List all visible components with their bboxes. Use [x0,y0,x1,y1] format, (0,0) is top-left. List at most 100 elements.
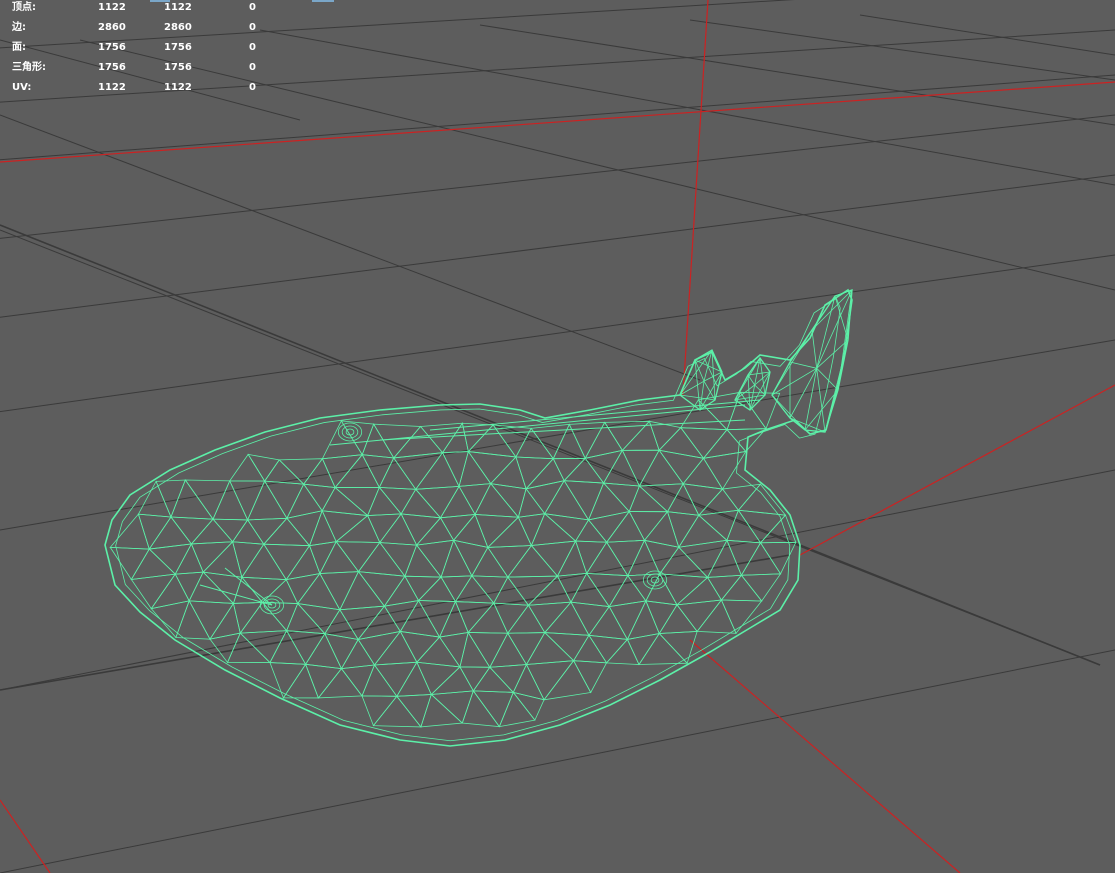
mesh-triangle [415,539,455,578]
mesh-triangle [467,602,509,634]
mesh-triangle [430,666,474,695]
mesh-triangle [452,539,489,577]
3d-viewport[interactable]: 顶点: 1122 1122 0 边: 2860 2860 0 面: 1756 1… [0,0,1115,873]
grid-line [0,114,1115,239]
mesh-triangle [474,514,520,549]
mesh-triangle [282,663,319,699]
mesh-triangle [372,695,422,728]
mesh-triangle [150,573,190,610]
mesh-triangle [339,570,386,611]
mesh-triangle [467,632,509,669]
world-axes [0,0,1115,873]
fin-edge [771,394,806,431]
mesh-triangle [452,513,489,548]
mesh-triangle [361,454,395,489]
mesh-triangle [393,452,444,490]
mesh-triangle [247,453,280,482]
mesh-triangle [150,600,190,639]
mesh-triangle [367,486,402,516]
mesh-triangle [420,693,464,728]
mesh-triangle [137,513,172,550]
mesh-triangle [605,539,646,577]
mesh-triangle [439,485,476,519]
fin-edge [811,329,818,369]
z-axis-line [689,639,961,873]
hud-row-triangles: 三角形: 1756 1756 0 [0,61,300,81]
mesh-triangle [263,480,305,520]
hud-value: 0 [249,2,256,13]
grid-main-line [0,224,1101,666]
ground-grid [0,0,1115,873]
mesh-triangle [148,516,193,550]
mesh-triangle [372,423,422,459]
mesh-triangle [666,482,700,516]
mesh-triangle [507,544,559,578]
mesh-triangle [335,541,381,573]
mesh-triangle [296,602,341,635]
mesh-triangle [317,668,363,699]
fin-edge [747,374,755,386]
mesh-triangle [702,429,747,459]
axis-line-segment [0,799,51,873]
mesh-triangle [486,516,532,548]
grid-line [0,174,1115,318]
mesh-triangle [319,571,360,611]
fin-edge [749,371,771,411]
mesh-triangle [228,453,266,482]
hud-value: 1122 [98,2,126,13]
stingray-wireframe-mesh[interactable] [104,288,853,747]
mesh-triangle [552,457,587,482]
hud-label: UV: [12,82,32,93]
mesh-triangle [543,513,590,542]
mesh-triangle [190,518,234,545]
scene-canvas[interactable] [0,0,1115,873]
mesh-triangle [720,574,763,602]
mesh-triangle [459,666,491,692]
mesh-triangle [174,543,204,575]
mesh-triangle [175,599,211,640]
grid-line [0,469,1115,691]
grid-line [0,339,1115,531]
mesh-triangle [525,660,575,701]
hud-label: 面: [12,42,26,53]
mesh-triangle [232,602,264,635]
hud-row-edges: 边: 2860 2860 0 [0,21,300,41]
hud-value: 0 [249,42,256,53]
mesh-triangle [438,600,469,638]
hud-label: 边: [12,22,26,33]
hud-label: 三角形: [12,62,46,73]
mesh-triangle [461,422,495,453]
hud-value: 1756 [164,62,192,73]
hud-label: 顶点: [12,2,36,13]
mesh-triangle [319,540,360,574]
mesh-triangle [696,599,737,634]
mesh-triangle [575,540,608,575]
mesh-triangle [512,691,545,721]
mesh-triangle [361,664,398,697]
mesh-triangle [340,664,376,697]
mesh-triangle [286,483,323,519]
mesh-triangle [308,509,337,547]
mesh-triangle [416,661,461,696]
mesh-triangle [188,600,235,640]
mesh-triangle [720,599,763,635]
mesh-triangle [472,690,514,728]
mesh-triangle [489,483,527,519]
mesh-triangle [269,662,307,699]
mesh-triangle [570,601,610,637]
mesh-triangle [608,600,647,641]
mesh-triangle [404,575,442,602]
grid-line [0,254,1115,413]
hud-row-faces: 面: 1756 1756 0 [0,41,300,61]
mesh-triangle [506,604,546,634]
mesh-eye-loop [341,425,359,439]
mesh-triangle [334,486,380,517]
mesh-triangle [585,572,629,608]
mesh-triangle [459,631,491,668]
mesh-triangle [441,451,469,488]
mesh-triangle [677,539,728,579]
fin-edge [804,389,839,431]
mesh-triangle [231,519,265,545]
mesh-triangle [239,630,288,664]
mesh-triangle [587,482,630,521]
